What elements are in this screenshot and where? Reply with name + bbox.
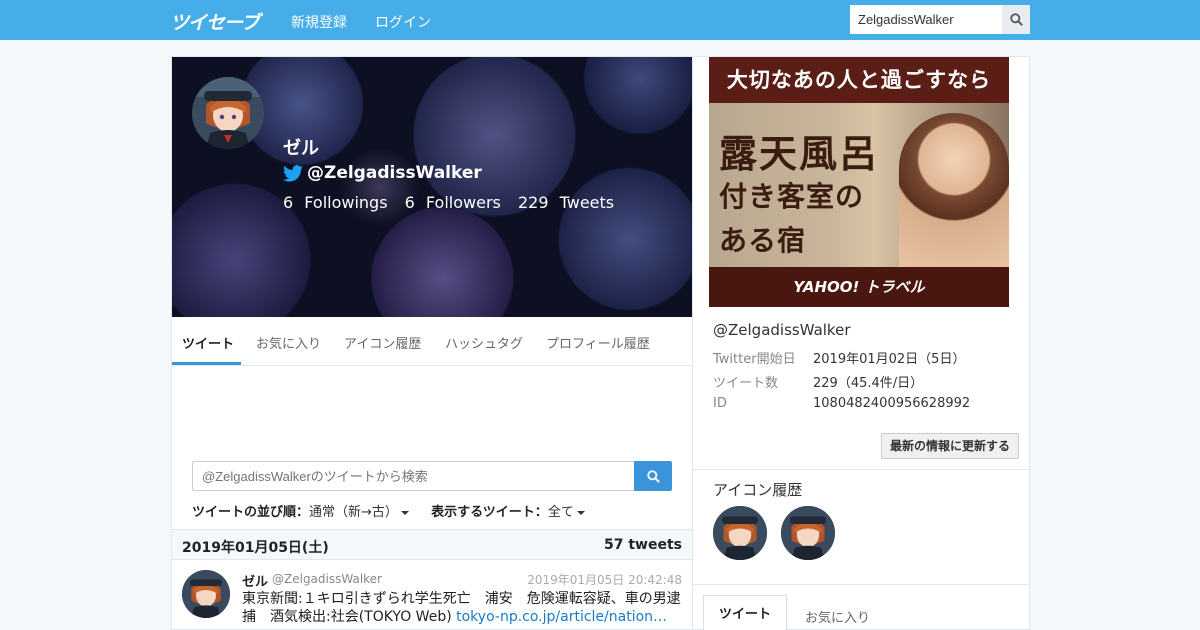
- info-key: Twitter開始日: [713, 352, 796, 367]
- tweets-label: Tweets: [559, 193, 615, 212]
- sort-order-value: 通常（新→古）: [309, 505, 398, 520]
- site-logo[interactable]: ツイセーブ: [170, 8, 260, 35]
- info-value: 2019年01月02日（5日）: [813, 352, 966, 367]
- avatar-image: [781, 506, 835, 560]
- tweet-author-handle[interactable]: @ZelgadissWalker: [272, 572, 382, 586]
- profile-stats: 6 Followings 6 Followers 229 Tweets: [283, 193, 626, 212]
- login-link[interactable]: ログイン: [375, 12, 431, 32]
- tab-icon-history[interactable]: アイコン履歴: [344, 333, 421, 352]
- followings-count: 6: [283, 193, 294, 212]
- profile-tabs: ツイート お気に入り アイコン履歴 ハッシュタグ プロフィール履歴: [172, 317, 692, 366]
- ad-brand: YAHOO! トラベル: [709, 267, 1009, 307]
- info-key: ツイート数: [713, 376, 779, 391]
- caret-down-icon: [400, 510, 409, 515]
- sort-order-dropdown[interactable]: ツイートの並び順：通常（新→古）: [192, 505, 409, 520]
- followers-stat[interactable]: 6 Followers: [405, 193, 507, 212]
- icon-history-avatar[interactable]: [713, 506, 767, 560]
- date-header: 2019年01月05日(土) 57 tweets: [172, 529, 692, 560]
- twitter-bird-icon: [283, 164, 303, 181]
- tweet-search-input[interactable]: [192, 461, 635, 491]
- tweet-filter-label: 表示するツイート：: [431, 505, 548, 520]
- info-key: ID: [713, 396, 727, 411]
- avatar-image: [713, 506, 767, 560]
- right-column: 大切なあの人と過ごすなら 露天風呂 付き客室の ある宿 YAHOO! トラベル …: [693, 57, 1029, 630]
- ad-body: 露天風呂 付き客室の ある宿: [709, 103, 1009, 267]
- ad-line-1: 露天風呂: [719, 131, 880, 176]
- followings-label: Followings: [304, 193, 388, 212]
- right-tab-tweets[interactable]: ツイート: [703, 595, 787, 630]
- tweet-timestamp[interactable]: 2019年01月05日 20:42:48: [527, 571, 682, 588]
- tab-favorites[interactable]: お気に入り: [256, 333, 321, 352]
- sort-order-label: ツイートの並び順：: [192, 505, 310, 520]
- user-search-input[interactable]: [850, 5, 1002, 34]
- tweet-avatar[interactable]: [182, 570, 230, 618]
- caret-down-icon: [576, 510, 585, 515]
- info-value: 229（45.4件/日）: [813, 376, 924, 391]
- advertisement-banner[interactable]: 大切なあの人と過ごすなら 露天風呂 付き客室の ある宿 YAHOO! トラベル: [709, 57, 1009, 307]
- tab-tweets[interactable]: ツイート: [182, 333, 234, 352]
- signup-link[interactable]: 新規登録: [291, 12, 347, 32]
- avatar-image: [182, 570, 230, 618]
- sort-controls: ツイートの並び順：通常（新→古） 表示するツイート：全て: [192, 501, 603, 520]
- divider: [693, 584, 1029, 585]
- tweet-author-name[interactable]: ゼル: [242, 571, 268, 590]
- profile-handle: @ZelgadissWalker: [307, 163, 482, 183]
- followers-label: Followers: [425, 193, 501, 212]
- search-icon: [646, 469, 660, 483]
- icon-history-title: アイコン履歴: [713, 481, 803, 499]
- followings-stat[interactable]: 6 Followings: [283, 193, 394, 212]
- divider: [693, 469, 1029, 470]
- ad-person-image: [899, 113, 1009, 267]
- tweet-item: ゼル @ZelgadissWalker 2019年01月05日 20:42:48…: [172, 560, 692, 630]
- ad-headline: 大切なあの人と過ごすなら: [709, 57, 1009, 103]
- ad-line-2: 付き客室の: [719, 180, 865, 213]
- user-search-button[interactable]: [1002, 5, 1030, 34]
- timeline-date: 2019年01月05日(土): [182, 540, 329, 556]
- tab-profile-history[interactable]: プロフィール履歴: [546, 333, 650, 352]
- tweets-stat[interactable]: 229 Tweets: [518, 193, 620, 212]
- profile-handle-row: @ZelgadissWalker: [283, 163, 482, 183]
- profile-name: ゼル: [283, 138, 319, 159]
- tweet-link[interactable]: tokyo-np.co.jp/article/nation…: [456, 609, 667, 625]
- tab-hashtags[interactable]: ハッシュタグ: [445, 333, 523, 352]
- timeline-tweet-count: 57 tweets: [604, 537, 682, 553]
- left-column: ゼル @ZelgadissWalker 6 Followings 6 Follo…: [172, 57, 693, 630]
- tweet-search-button[interactable]: [634, 461, 672, 491]
- right-tab-favorites[interactable]: お気に入り: [805, 607, 870, 626]
- tweets-count: 229: [517, 193, 549, 212]
- top-navbar: ツイセーブ 新規登録 ログイン: [0, 0, 1200, 40]
- main-container: ゼル @ZelgadissWalker 6 Followings 6 Follo…: [171, 56, 1030, 630]
- followers-count: 6: [404, 193, 415, 212]
- icon-history-avatar[interactable]: [781, 506, 835, 560]
- info-value: 1080482400956628992: [813, 396, 971, 411]
- ad-line-3: ある宿: [719, 224, 807, 257]
- refresh-info-button[interactable]: 最新の情報に更新する: [881, 433, 1019, 459]
- profile-avatar[interactable]: [192, 77, 264, 149]
- search-icon: [1009, 13, 1023, 26]
- info-handle: @ZelgadissWalker: [713, 321, 851, 339]
- tweet-text: 東京新聞:１キロ引きずられ学生死亡 浦安 危険運転容疑、車の男逮捕 酒気検出:社…: [242, 590, 682, 626]
- avatar-image: [192, 77, 264, 149]
- tweet-filter-value: 全て: [547, 505, 574, 520]
- tweet-filter-dropdown[interactable]: 表示するツイート：全て: [431, 505, 585, 520]
- active-tab-indicator: [172, 362, 241, 365]
- profile-banner: ゼル @ZelgadissWalker 6 Followings 6 Follo…: [172, 57, 692, 317]
